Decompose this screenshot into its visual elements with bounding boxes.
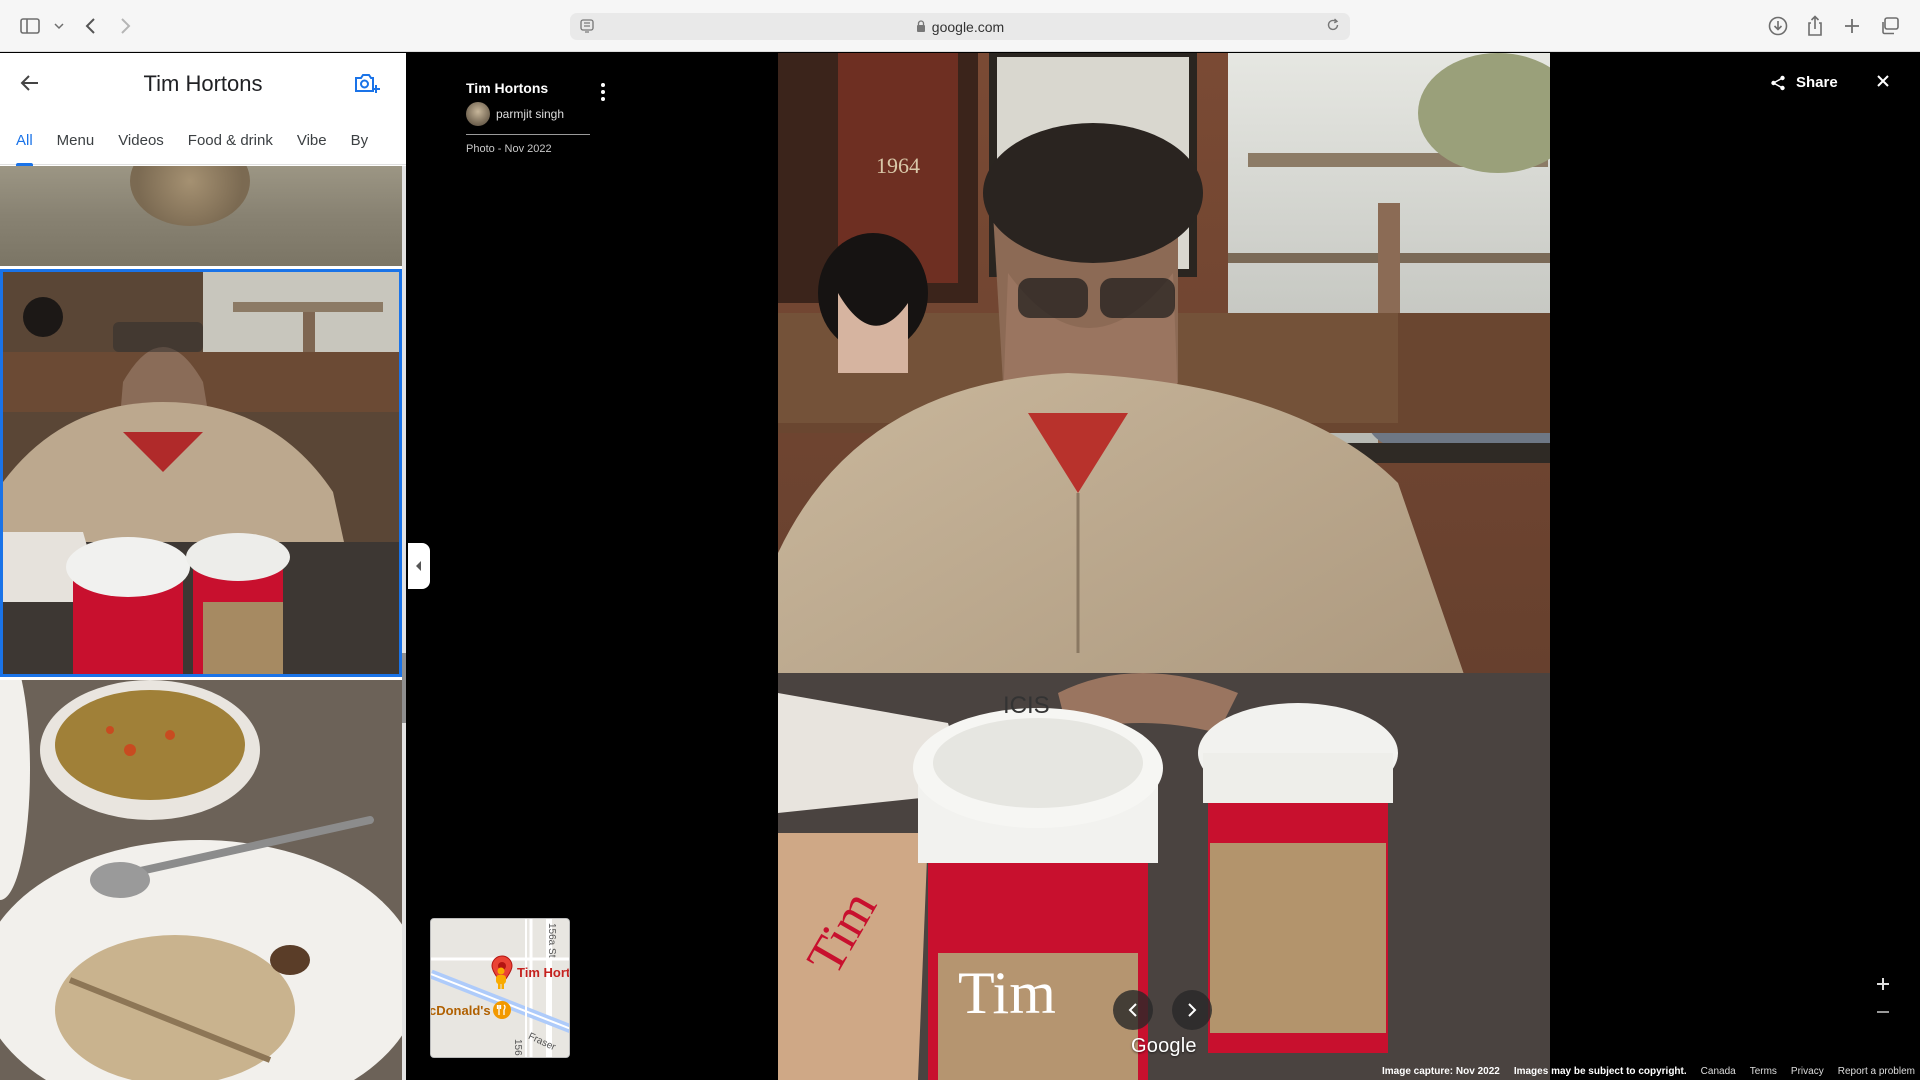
share-button[interactable]: Share <box>1770 74 1838 91</box>
terms-link[interactable]: Terms <box>1750 1066 1777 1077</box>
avatar[interactable] <box>466 102 490 126</box>
map-poi-label: cDonald's <box>430 1003 491 1018</box>
tab-overview-icon[interactable] <box>1880 12 1900 40</box>
address-bar[interactable]: google.com <box>570 13 1350 40</box>
previous-photo-button[interactable] <box>1113 990 1153 1030</box>
sidebar-toggle-icon[interactable] <box>20 12 40 40</box>
tab-food-drink[interactable]: Food & drink <box>188 115 273 165</box>
photo-thumbnail-grid <box>0 166 402 1080</box>
main-photo[interactable]: 1964 Tim ICIS Tim <box>778 53 1550 1080</box>
add-photo-icon[interactable] <box>354 71 380 100</box>
close-icon[interactable] <box>1876 74 1890 93</box>
place-name[interactable]: Tim Hortons <box>466 80 616 96</box>
tab-menu[interactable]: Menu <box>57 115 95 165</box>
map-street-label: 156a St <box>546 923 557 958</box>
reload-icon[interactable] <box>1326 18 1340 35</box>
pegman-icon <box>493 967 509 989</box>
panel-title: Tim Hortons <box>143 71 263 96</box>
photo-thumbnail[interactable] <box>0 680 402 1080</box>
browser-back-icon[interactable] <box>84 12 96 40</box>
zoom-out-button[interactable] <box>1876 1002 1890 1025</box>
url-text: google.com <box>931 18 1005 35</box>
tab-all[interactable]: All <box>16 115 33 166</box>
photo-category-tabs: All Menu Videos Food & drink Vibe By <box>0 115 406 166</box>
photo-thumbnail-selected[interactable] <box>0 269 402 677</box>
reader-icon[interactable] <box>580 19 594 36</box>
contributor-name[interactable]: parmjit singh <box>496 107 564 121</box>
photos-panel: Tim Hortons All Menu Videos Food & drink… <box>0 53 406 1080</box>
share-label: Share <box>1796 74 1838 91</box>
share-sheet-icon[interactable] <box>1806 12 1824 40</box>
copyright-notice: Images may be subject to copyright. <box>1513 1066 1687 1077</box>
share-icon <box>1771 75 1785 90</box>
map-place-label: Tim Hort <box>517 965 570 980</box>
map-street-label: 156 <box>512 1039 523 1056</box>
scrollbar-thumb[interactable] <box>402 653 406 723</box>
zoom-in-button[interactable] <box>1876 974 1890 997</box>
google-logo: Google <box>1131 1035 1197 1057</box>
new-tab-icon[interactable] <box>1844 12 1860 40</box>
svg-text:1964: 1964 <box>876 153 920 178</box>
image-capture-date: Image capture: Nov 2022 <box>1382 1066 1500 1077</box>
next-photo-button[interactable] <box>1172 990 1212 1030</box>
photo-date: Photo - Nov 2022 <box>466 143 552 155</box>
restaurant-icon <box>493 1001 511 1019</box>
photo-info-card: Tim Hortons parmjit singh Photo - Nov 20… <box>466 80 616 155</box>
svg-text:Tim: Tim <box>958 960 1056 1026</box>
tab-by[interactable]: By <box>351 115 369 165</box>
report-problem-link[interactable]: Report a problem <box>1838 1066 1915 1077</box>
country-link[interactable]: Canada <box>1701 1066 1736 1077</box>
contributor[interactable]: parmjit singh <box>466 102 590 135</box>
photo-thumbnail[interactable] <box>0 166 402 266</box>
viewer-footer: Image capture: Nov 2022 Images may be su… <box>1382 1066 1915 1077</box>
browser-toolbar: google.com <box>0 0 1920 52</box>
svg-text:ICIS: ICIS <box>1003 692 1050 719</box>
privacy-link[interactable]: Privacy <box>1791 1066 1824 1077</box>
download-icon[interactable] <box>1768 12 1788 40</box>
lock-icon <box>916 19 926 35</box>
browser-forward-icon[interactable] <box>120 12 132 40</box>
chevron-down-icon[interactable] <box>54 12 64 40</box>
collapse-panel-button[interactable] <box>408 543 430 589</box>
location-minimap[interactable]: Tim Hort cDonald's 156a St Fraser 156 <box>430 918 570 1058</box>
tab-videos[interactable]: Videos <box>118 115 164 165</box>
tab-vibe[interactable]: Vibe <box>297 115 327 165</box>
thumbnail-scrollbar[interactable] <box>402 166 406 1080</box>
more-options-icon[interactable] <box>600 82 606 107</box>
panel-header: Tim Hortons <box>0 53 406 115</box>
